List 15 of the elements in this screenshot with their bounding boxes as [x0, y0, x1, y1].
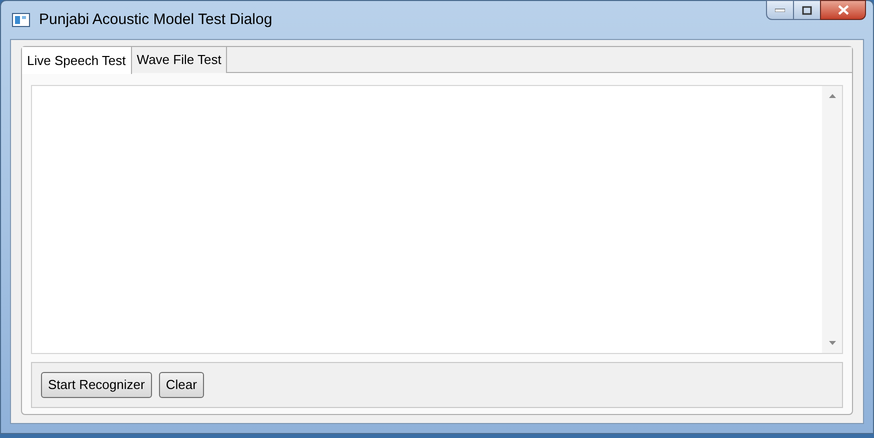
- close-icon: [838, 5, 848, 15]
- minimize-button[interactable]: [766, 0, 794, 20]
- action-button[interactable]: Clear: [158, 372, 204, 398]
- tab[interactable]: Wave File Test: [132, 47, 228, 73]
- app-icon: [12, 13, 30, 27]
- close-button[interactable]: [820, 0, 866, 20]
- action-button[interactable]: Start Recognizer: [41, 372, 152, 398]
- maximize-button[interactable]: [794, 0, 820, 20]
- tab[interactable]: Live Speech Test: [22, 47, 132, 74]
- vertical-scrollbar[interactable]: [822, 86, 842, 353]
- maximize-icon: [802, 6, 812, 14]
- scroll-up-icon: [828, 94, 836, 98]
- scroll-down-icon: [828, 341, 836, 345]
- window-title: Punjabi Acoustic Model Test Dialog: [39, 10, 272, 30]
- minimize-icon: [775, 8, 785, 12]
